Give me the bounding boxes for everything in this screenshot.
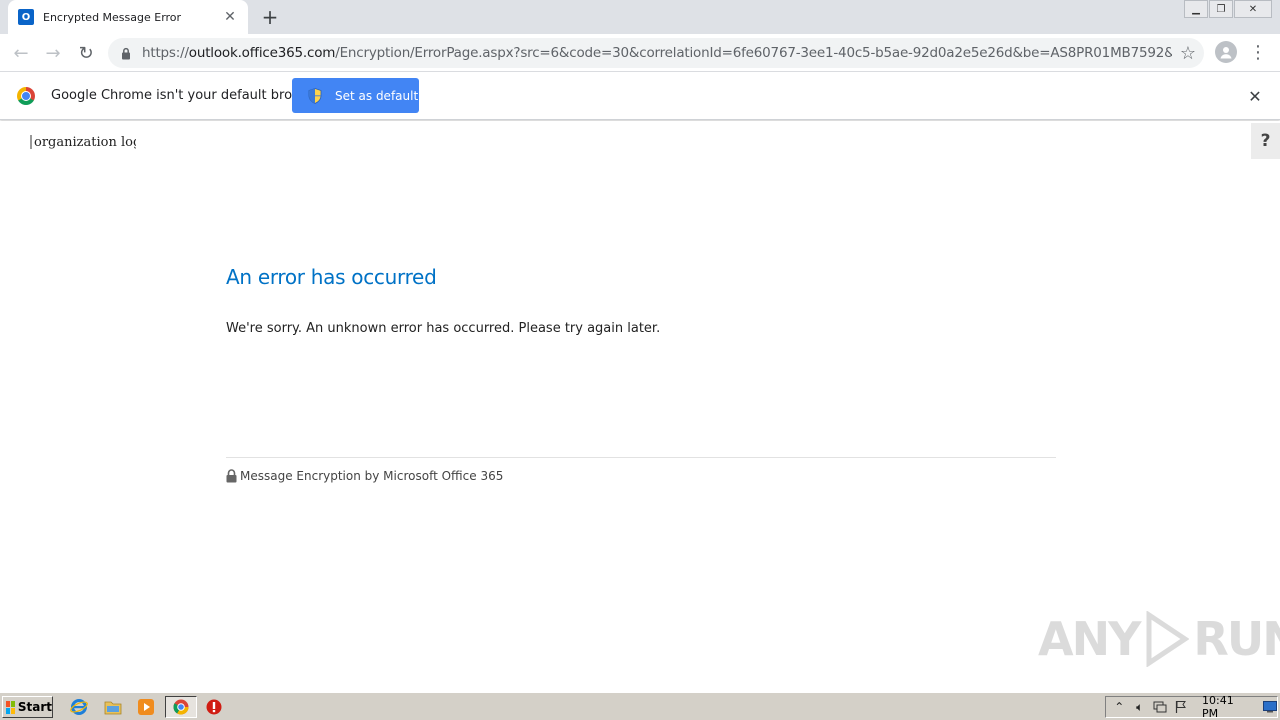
reload-button[interactable]: ↻ [73, 40, 99, 66]
anyrun-watermark: ANY RUN [1038, 611, 1280, 667]
default-browser-infobar: Google Chrome isn't your default browser… [0, 72, 1280, 120]
bookmark-star-icon[interactable]: ☆ [1180, 43, 1196, 64]
set-as-default-label: Set as default [335, 88, 419, 103]
windows-taskbar: Start ⌃ 🔈︎ 10:41 PM [0, 692, 1280, 720]
help-button[interactable]: ? [1251, 123, 1280, 159]
volume-icon[interactable]: 🔈︎ [1133, 699, 1148, 715]
chrome-taskbar-icon [172, 698, 190, 716]
profile-avatar-icon[interactable] [1215, 41, 1237, 63]
close-window-button[interactable]: ✕ [1234, 0, 1272, 18]
organization-logo: organization logo [30, 133, 136, 151]
divider [226, 457, 1056, 458]
page-footer: Message Encryption by Microsoft Office 3… [226, 469, 503, 483]
lock-icon[interactable] [120, 46, 132, 60]
browser-toolbar: ← → ↻ https://outlook.office365.com/Encr… [0, 34, 1280, 72]
play-icon [1146, 611, 1190, 667]
forward-button[interactable]: → [40, 40, 66, 66]
address-bar[interactable]: https://outlook.office365.com/Encryption… [108, 38, 1204, 68]
outlook-icon: O [18, 9, 34, 25]
restore-button[interactable]: ❐ [1209, 0, 1233, 18]
minimize-button[interactable]: ▁ [1184, 0, 1208, 18]
padlock-icon [226, 469, 237, 483]
browser-titlebar: O Encrypted Message Error ✕ + ▁ ❐ ✕ [0, 0, 1280, 34]
network-icon[interactable] [1153, 699, 1168, 715]
chrome-menu-icon[interactable]: ⋮ [1249, 42, 1267, 63]
back-button[interactable]: ← [8, 40, 34, 66]
error-message: We're sorry. An unknown error has occurr… [226, 321, 661, 336]
browser-tab[interactable]: O Encrypted Message Error ✕ [8, 0, 248, 34]
new-tab-button[interactable]: + [258, 5, 282, 29]
page-content: organization logo ? An error has occurre… [0, 121, 1280, 692]
media-player-icon[interactable] [137, 698, 155, 716]
uac-shield-icon [308, 87, 322, 104]
show-desktop-icon[interactable] [1262, 699, 1278, 715]
close-icon[interactable]: ✕ [222, 9, 238, 25]
start-button[interactable]: Start [2, 696, 53, 718]
system-tray: ⌃ 🔈︎ 10:41 PM [1105, 694, 1278, 720]
stop-sign-icon[interactable] [205, 698, 223, 716]
url-text[interactable]: https://outlook.office365.com/Encryption… [142, 45, 1172, 61]
chrome-icon [17, 87, 35, 105]
footer-text: Message Encryption by Microsoft Office 3… [240, 469, 504, 483]
broken-image-icon [30, 135, 32, 149]
clock[interactable]: 10:41 PM [1202, 694, 1249, 720]
set-as-default-button[interactable]: Set as default [292, 78, 419, 113]
infobar-message: Google Chrome isn't your default browser [51, 88, 323, 103]
show-hidden-icons-icon[interactable]: ⌃ [1112, 699, 1127, 715]
file-explorer-icon[interactable] [104, 698, 122, 716]
page-title: An error has occurred [226, 265, 437, 289]
windows-logo-icon [6, 700, 15, 714]
infobar-close-icon[interactable]: ✕ [1247, 87, 1263, 106]
tab-title: Encrypted Message Error [43, 10, 182, 24]
action-center-flag-icon[interactable] [1174, 699, 1189, 715]
internet-explorer-icon[interactable] [70, 698, 88, 716]
